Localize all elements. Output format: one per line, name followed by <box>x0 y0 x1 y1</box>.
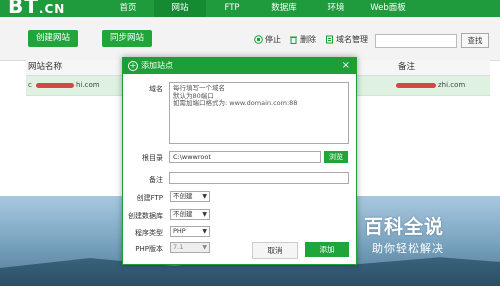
program-type-value: PHP <box>173 227 186 235</box>
delete-label: 删除 <box>300 35 316 44</box>
chevron-down-icon: ▼ <box>202 244 207 251</box>
row-site-name-prefix: c <box>28 81 32 89</box>
row-remark-suffix: zhi.com <box>438 81 466 89</box>
row-site-name-suffix: hi.com <box>76 81 100 89</box>
main-nav: 首页 网站 FTP 数据库 环境 Web面板 <box>102 0 414 17</box>
ftp-label: 创建FTP <box>136 194 163 202</box>
create-site-button[interactable]: 创建网站 <box>28 30 79 47</box>
site-search-input[interactable] <box>375 34 457 48</box>
nav-database[interactable]: 数据库 <box>258 0 310 17</box>
db-label: 创建数据库 <box>128 212 163 220</box>
logo-suffix: .CN <box>38 2 66 16</box>
php-version-select[interactable]: 7.1 ▼ <box>170 242 210 253</box>
chevron-down-icon: ▼ <box>202 228 207 235</box>
redaction-mark <box>396 83 436 88</box>
stop-icon <box>254 35 263 44</box>
trash-icon <box>289 35 298 44</box>
watermark-subtitle: 助你轻松解决 <box>372 242 444 255</box>
db-select[interactable]: 不创建 ▼ <box>170 209 210 220</box>
remark-label: 备注 <box>149 176 163 184</box>
plus-icon: + <box>128 61 138 71</box>
php-version-value: 7.1 <box>173 243 184 251</box>
domain-label: 域名 <box>149 85 163 93</box>
add-button[interactable]: 添加 <box>305 242 349 257</box>
nav-ftp[interactable]: FTP <box>206 0 258 17</box>
program-type-label: 程序类型 <box>135 229 163 237</box>
top-nav-bar: BT.CN 首页 网站 FTP 数据库 环境 Web面板 <box>0 0 500 18</box>
domain-textarea[interactable]: 每行填写一个域名 默认为80端口 如需加端口格式为: www.domain.co… <box>169 82 349 144</box>
ftp-value: 不创建 <box>173 192 193 200</box>
cancel-button[interactable]: 取消 <box>252 242 298 259</box>
nav-home[interactable]: 首页 <box>102 0 154 17</box>
dialog-title: 添加站点 <box>141 61 173 70</box>
domain-manage-button[interactable]: 域名管理 <box>325 34 368 45</box>
watermark-title: 百科全说 <box>364 216 445 238</box>
sync-site-button[interactable]: 同步网站 <box>102 30 153 47</box>
delete-button[interactable]: 删除 <box>289 34 316 45</box>
domain-manage-label: 域名管理 <box>336 35 368 44</box>
rootdir-input[interactable]: C:\wwwroot <box>169 151 321 163</box>
php-version-label: PHP版本 <box>135 245 163 253</box>
col-site-name: 网站名称 <box>28 62 63 72</box>
db-value: 不创建 <box>173 210 193 218</box>
browse-button[interactable]: 浏览 <box>324 151 348 163</box>
app-logo: BT.CN <box>8 0 65 18</box>
stop-button[interactable]: 停止 <box>254 34 281 45</box>
col-remark: 备注 <box>398 62 416 72</box>
dialog-title-bar: + 添加站点 × <box>123 58 356 74</box>
rootdir-label: 根目录 <box>142 154 163 162</box>
stop-label: 停止 <box>265 35 281 44</box>
chevron-down-icon: ▼ <box>202 193 207 200</box>
chevron-down-icon: ▼ <box>202 211 207 218</box>
redaction-mark <box>36 83 74 88</box>
nav-environment[interactable]: 环境 <box>310 0 362 17</box>
logo-main: BT <box>8 0 39 18</box>
document-icon <box>325 35 334 44</box>
close-icon[interactable]: × <box>342 60 350 72</box>
remark-input[interactable] <box>169 172 349 184</box>
program-type-select[interactable]: PHP ▼ <box>170 226 210 237</box>
ftp-select[interactable]: 不创建 ▼ <box>170 191 210 202</box>
nav-web-panel[interactable]: Web面板 <box>362 0 414 17</box>
nav-website[interactable]: 网站 <box>154 0 206 17</box>
search-button[interactable]: 查找 <box>461 33 489 48</box>
